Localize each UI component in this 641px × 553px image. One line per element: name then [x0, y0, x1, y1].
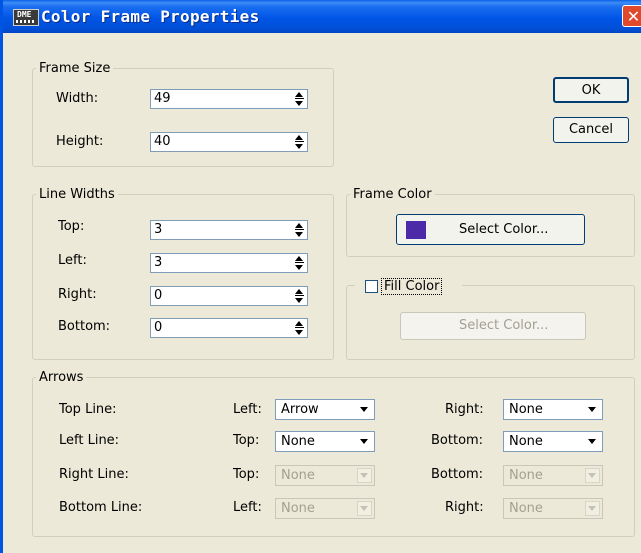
top-line-left-select[interactable]: Arrow — [275, 399, 375, 420]
bottom-width-spinner[interactable]: 0 — [150, 318, 308, 338]
spin-arrows-icon[interactable] — [295, 222, 304, 238]
fill-color-checkbox[interactable] — [365, 280, 378, 293]
title-bar[interactable]: DME Color Frame Properties ✕ — [3, 0, 641, 33]
arrow-row-a-label: Top: — [233, 433, 260, 448]
arrow-row-a-label: Left: — [233, 500, 262, 515]
ok-button[interactable]: OK — [553, 77, 629, 103]
arrow-row-b-label: Right: — [445, 402, 484, 417]
arrow-row-b-label: Bottom: — [431, 467, 484, 482]
fill-color-select-button[interactable]: Select Color... — [400, 312, 586, 340]
select-value: None — [509, 468, 543, 483]
bottom-line-right-select[interactable]: None — [503, 498, 603, 519]
spin-arrows-icon[interactable] — [295, 91, 304, 107]
fill-color-button-label: Select Color... — [459, 318, 549, 333]
arrow-row-name: Bottom Line: — [59, 500, 143, 515]
dropdown-arrow-icon[interactable] — [357, 402, 372, 417]
frame-size-legend: Frame Size — [39, 61, 111, 76]
select-value: None — [509, 434, 543, 449]
app-icon: DME — [13, 9, 39, 26]
select-value: Arrow — [281, 402, 319, 417]
right-line-top-select[interactable]: None — [275, 465, 375, 486]
spin-arrows-icon[interactable] — [295, 320, 304, 336]
left-width-spinner[interactable]: 3 — [150, 253, 308, 273]
frame-color-legend: Frame Color — [353, 187, 432, 202]
window-title: Color Frame Properties — [41, 7, 260, 26]
height-label: Height: — [56, 134, 104, 149]
spin-arrows-icon[interactable] — [295, 288, 304, 304]
cancel-button[interactable]: Cancel — [553, 117, 629, 143]
close-button[interactable]: ✕ — [622, 5, 641, 27]
dropdown-arrow-icon[interactable] — [357, 468, 372, 483]
select-value: None — [281, 501, 315, 516]
frame-color-button-label: Select Color... — [459, 222, 549, 237]
dropdown-arrow-icon[interactable] — [357, 434, 372, 449]
right-line-bottom-select[interactable]: None — [503, 465, 603, 486]
spin-arrows-icon[interactable] — [295, 134, 304, 150]
arrow-row-b-label: Bottom: — [431, 433, 484, 448]
bottom-width-label: Bottom: — [58, 319, 111, 334]
fill-color-label[interactable]: Fill Color — [381, 278, 443, 295]
arrow-row-name: Right Line: — [59, 467, 129, 482]
right-width-value: 0 — [154, 288, 163, 303]
left-line-top-select[interactable]: None — [275, 431, 375, 452]
arrow-row-name: Left Line: — [59, 433, 120, 448]
top-width-value: 3 — [154, 222, 163, 237]
left-line-bottom-select[interactable]: None — [503, 431, 603, 452]
width-spinner[interactable]: 49 — [150, 89, 308, 109]
height-spinner[interactable]: 40 — [150, 132, 308, 152]
right-width-label: Right: — [58, 287, 97, 302]
dropdown-arrow-icon[interactable] — [585, 402, 600, 417]
height-value: 40 — [154, 134, 171, 149]
top-line-right-select[interactable]: None — [503, 399, 603, 420]
select-value: None — [281, 434, 315, 449]
arrow-row-a-label: Top: — [233, 467, 260, 482]
dropdown-arrow-icon[interactable] — [585, 501, 600, 516]
bottom-line-left-select[interactable]: None — [275, 498, 375, 519]
dropdown-arrow-icon[interactable] — [357, 501, 372, 516]
line-widths-legend: Line Widths — [39, 187, 115, 202]
select-value: None — [281, 468, 315, 483]
left-width-label: Left: — [58, 253, 87, 268]
bottom-width-value: 0 — [154, 320, 163, 335]
arrow-row-a-label: Left: — [233, 402, 262, 417]
select-value: None — [509, 402, 543, 417]
left-width-value: 3 — [154, 255, 163, 270]
frame-color-select-button[interactable]: Select Color... — [396, 214, 585, 245]
arrow-row-b-label: Right: — [445, 500, 484, 515]
spin-arrows-icon[interactable] — [295, 255, 304, 271]
arrows-legend: Arrows — [39, 370, 84, 385]
frame-color-swatch — [406, 221, 426, 239]
right-width-spinner[interactable]: 0 — [150, 286, 308, 306]
select-value: None — [509, 501, 543, 516]
dropdown-arrow-icon[interactable] — [585, 468, 600, 483]
dialog-window: DME Color Frame Properties ✕ Frame Size … — [0, 0, 641, 553]
dropdown-arrow-icon[interactable] — [585, 434, 600, 449]
top-width-spinner[interactable]: 3 — [150, 220, 308, 240]
width-value: 49 — [154, 91, 171, 106]
top-width-label: Top: — [58, 219, 85, 234]
width-label: Width: — [56, 91, 99, 106]
arrow-row-name: Top Line: — [59, 402, 117, 417]
